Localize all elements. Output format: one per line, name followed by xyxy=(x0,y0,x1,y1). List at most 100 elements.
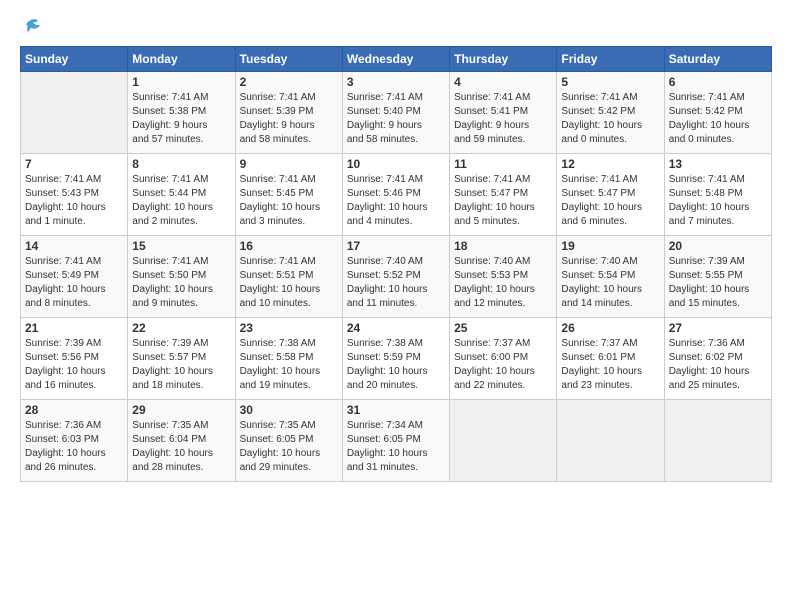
day-number: 17 xyxy=(347,239,445,253)
day-info: Sunrise: 7:41 AMSunset: 5:40 PMDaylight:… xyxy=(347,91,445,147)
calendar-cell: 27 Sunrise: 7:36 AMSunset: 6:02 PMDayligh… xyxy=(664,318,771,400)
day-info: Sunrise: 7:41 AMSunset: 5:51 PMDaylight:… xyxy=(240,255,338,311)
day-info: Sunrise: 7:40 AMSunset: 5:52 PMDaylight:… xyxy=(347,255,445,311)
day-info: Sunrise: 7:41 AMSunset: 5:38 PMDaylight:… xyxy=(132,91,230,147)
day-info: Sunrise: 7:41 AMSunset: 5:49 PMDaylight:… xyxy=(25,255,123,311)
day-number: 29 xyxy=(132,403,230,417)
day-info: Sunrise: 7:41 AMSunset: 5:39 PMDaylight:… xyxy=(240,91,338,147)
day-number: 5 xyxy=(561,75,659,89)
day-info: Sunrise: 7:41 AMSunset: 5:48 PMDaylight:… xyxy=(669,173,767,229)
calendar-cell xyxy=(557,400,664,482)
calendar-cell: 23 Sunrise: 7:38 AMSunset: 5:58 PMDayligh… xyxy=(235,318,342,400)
day-number: 27 xyxy=(669,321,767,335)
calendar-cell: 20 Sunrise: 7:39 AMSunset: 5:55 PMDayligh… xyxy=(664,236,771,318)
day-number: 21 xyxy=(25,321,123,335)
calendar-cell: 7Sunrise: 7:41 AMSunset: 5:43 PMDaylight… xyxy=(21,154,128,236)
calendar-cell: 29 Sunrise: 7:35 AMSunset: 6:04 PMDayligh… xyxy=(128,400,235,482)
calendar-cell: 12 Sunrise: 7:41 AMSunset: 5:47 PMDayligh… xyxy=(557,154,664,236)
day-info: Sunrise: 7:35 AMSunset: 6:05 PMDaylight:… xyxy=(240,419,338,475)
day-info: Sunrise: 7:39 AMSunset: 5:56 PMDaylight:… xyxy=(25,337,123,393)
day-info: Sunrise: 7:40 AMSunset: 5:54 PMDaylight:… xyxy=(561,255,659,311)
calendar-cell: 10Sunrise: 7:41 AMSunset: 5:46 PMDayligh… xyxy=(342,154,449,236)
day-number: 14 xyxy=(25,239,123,253)
day-header-tuesday: Tuesday xyxy=(235,47,342,72)
header xyxy=(20,16,772,38)
day-number: 15 xyxy=(132,239,230,253)
calendar-cell: 15 Sunrise: 7:41 AMSunset: 5:50 PMDayligh… xyxy=(128,236,235,318)
day-number: 16 xyxy=(240,239,338,253)
week-row-2: 14 Sunrise: 7:41 AMSunset: 5:49 PMDayligh… xyxy=(21,236,772,318)
days-header-row: SundayMondayTuesdayWednesdayThursdayFrid… xyxy=(21,47,772,72)
day-header-monday: Monday xyxy=(128,47,235,72)
day-header-sunday: Sunday xyxy=(21,47,128,72)
calendar-cell: 30 Sunrise: 7:35 AMSunset: 6:05 PMDayligh… xyxy=(235,400,342,482)
calendar-cell: 5 Sunrise: 7:41 AMSunset: 5:42 PMDaylight… xyxy=(557,72,664,154)
day-info: Sunrise: 7:41 AMSunset: 5:50 PMDaylight:… xyxy=(132,255,230,311)
calendar-cell: 14 Sunrise: 7:41 AMSunset: 5:49 PMDayligh… xyxy=(21,236,128,318)
calendar-cell: 13Sunrise: 7:41 AMSunset: 5:48 PMDayligh… xyxy=(664,154,771,236)
day-number: 20 xyxy=(669,239,767,253)
calendar-cell: 22 Sunrise: 7:39 AMSunset: 5:57 PMDayligh… xyxy=(128,318,235,400)
calendar-cell xyxy=(664,400,771,482)
day-info: Sunrise: 7:37 AMSunset: 6:01 PMDaylight:… xyxy=(561,337,659,393)
day-info: Sunrise: 7:37 AMSunset: 6:00 PMDaylight:… xyxy=(454,337,552,393)
day-info: Sunrise: 7:39 AMSunset: 5:55 PMDaylight:… xyxy=(669,255,767,311)
day-info: Sunrise: 7:34 AMSunset: 6:05 PMDaylight:… xyxy=(347,419,445,475)
day-number: 1 xyxy=(132,75,230,89)
calendar-cell: 24Sunrise: 7:38 AMSunset: 5:59 PMDayligh… xyxy=(342,318,449,400)
day-number: 19 xyxy=(561,239,659,253)
day-header-thursday: Thursday xyxy=(450,47,557,72)
calendar-cell: 28Sunrise: 7:36 AMSunset: 6:03 PMDayligh… xyxy=(21,400,128,482)
calendar-cell: 25 Sunrise: 7:37 AMSunset: 6:00 PMDayligh… xyxy=(450,318,557,400)
page: SundayMondayTuesdayWednesdayThursdayFrid… xyxy=(0,0,792,612)
day-header-saturday: Saturday xyxy=(664,47,771,72)
day-info: Sunrise: 7:38 AMSunset: 5:58 PMDaylight:… xyxy=(240,337,338,393)
day-info: Sunrise: 7:41 AMSunset: 5:47 PMDaylight:… xyxy=(454,173,552,229)
day-number: 8 xyxy=(132,157,230,171)
calendar-cell: 17 Sunrise: 7:40 AMSunset: 5:52 PMDayligh… xyxy=(342,236,449,318)
week-row-4: 28Sunrise: 7:36 AMSunset: 6:03 PMDayligh… xyxy=(21,400,772,482)
calendar-cell xyxy=(21,72,128,154)
day-header-friday: Friday xyxy=(557,47,664,72)
logo-bird-icon xyxy=(22,16,44,38)
day-number: 31 xyxy=(347,403,445,417)
logo xyxy=(20,16,44,38)
week-row-1: 7Sunrise: 7:41 AMSunset: 5:43 PMDaylight… xyxy=(21,154,772,236)
day-info: Sunrise: 7:41 AMSunset: 5:44 PMDaylight:… xyxy=(132,173,230,229)
calendar-cell: 3 Sunrise: 7:41 AMSunset: 5:40 PMDaylight… xyxy=(342,72,449,154)
day-info: Sunrise: 7:39 AMSunset: 5:57 PMDaylight:… xyxy=(132,337,230,393)
calendar-cell: 2 Sunrise: 7:41 AMSunset: 5:39 PMDaylight… xyxy=(235,72,342,154)
day-info: Sunrise: 7:38 AMSunset: 5:59 PMDaylight:… xyxy=(347,337,445,393)
day-info: Sunrise: 7:40 AMSunset: 5:53 PMDaylight:… xyxy=(454,255,552,311)
day-number: 9 xyxy=(240,157,338,171)
week-row-3: 21 Sunrise: 7:39 AMSunset: 5:56 PMDayligh… xyxy=(21,318,772,400)
calendar-cell: 26 Sunrise: 7:37 AMSunset: 6:01 PMDayligh… xyxy=(557,318,664,400)
day-info: Sunrise: 7:41 AMSunset: 5:45 PMDaylight:… xyxy=(240,173,338,229)
calendar-cell: 18 Sunrise: 7:40 AMSunset: 5:53 PMDayligh… xyxy=(450,236,557,318)
day-info: Sunrise: 7:41 AMSunset: 5:47 PMDaylight:… xyxy=(561,173,659,229)
calendar-cell: 8 Sunrise: 7:41 AMSunset: 5:44 PMDaylight… xyxy=(128,154,235,236)
day-number: 6 xyxy=(669,75,767,89)
day-number: 25 xyxy=(454,321,552,335)
day-info: Sunrise: 7:36 AMSunset: 6:02 PMDaylight:… xyxy=(669,337,767,393)
calendar-cell: 11Sunrise: 7:41 AMSunset: 5:47 PMDayligh… xyxy=(450,154,557,236)
day-info: Sunrise: 7:41 AMSunset: 5:42 PMDaylight:… xyxy=(561,91,659,147)
day-number: 2 xyxy=(240,75,338,89)
calendar-table: SundayMondayTuesdayWednesdayThursdayFrid… xyxy=(20,46,772,482)
day-header-wednesday: Wednesday xyxy=(342,47,449,72)
day-number: 3 xyxy=(347,75,445,89)
day-number: 28 xyxy=(25,403,123,417)
day-number: 22 xyxy=(132,321,230,335)
calendar-cell: 21 Sunrise: 7:39 AMSunset: 5:56 PMDayligh… xyxy=(21,318,128,400)
day-number: 12 xyxy=(561,157,659,171)
day-number: 26 xyxy=(561,321,659,335)
calendar-cell: 4Sunrise: 7:41 AMSunset: 5:41 PMDaylight… xyxy=(450,72,557,154)
day-number: 23 xyxy=(240,321,338,335)
day-number: 7 xyxy=(25,157,123,171)
day-number: 30 xyxy=(240,403,338,417)
calendar-cell: 1 Sunrise: 7:41 AMSunset: 5:38 PMDaylight… xyxy=(128,72,235,154)
calendar-cell: 6Sunrise: 7:41 AMSunset: 5:42 PMDaylight… xyxy=(664,72,771,154)
calendar-cell: 19 Sunrise: 7:40 AMSunset: 5:54 PMDayligh… xyxy=(557,236,664,318)
day-info: Sunrise: 7:35 AMSunset: 6:04 PMDaylight:… xyxy=(132,419,230,475)
day-number: 18 xyxy=(454,239,552,253)
